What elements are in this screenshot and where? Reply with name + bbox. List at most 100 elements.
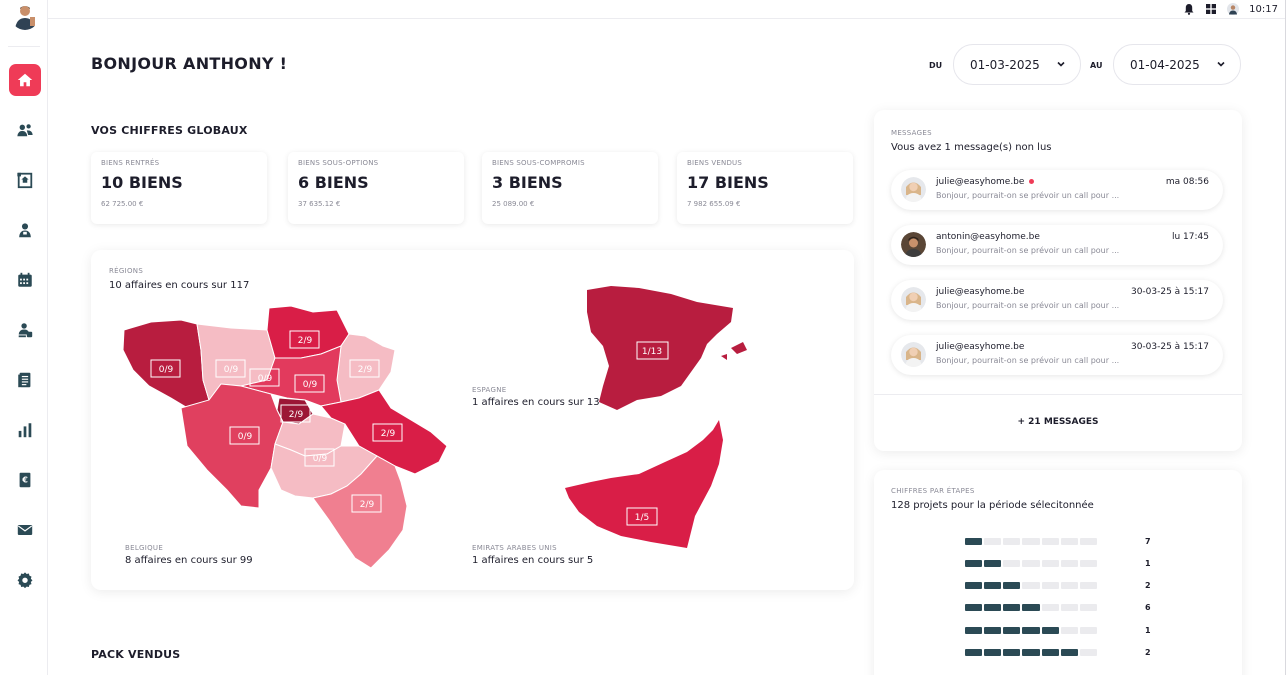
stat-card-vendus[interactable]: BIENS VENDUS 17 BIENS 7 982 655.09 € bbox=[677, 152, 853, 224]
stage-progress-segment bbox=[965, 649, 983, 656]
stage-progress-segment bbox=[1079, 582, 1097, 589]
stage-progress-segment bbox=[1003, 560, 1021, 567]
message-item[interactable]: julie@easyhome.be Bonjour, pourrait-on s… bbox=[891, 335, 1223, 375]
message-item[interactable]: antonin@easyhome.be Bonjour, pourrait-on… bbox=[891, 225, 1223, 265]
nav-mail[interactable] bbox=[9, 514, 41, 546]
stage-progress-segment bbox=[1022, 604, 1040, 611]
stage-progress-segment bbox=[1079, 627, 1097, 634]
message-preview: Bonjour, pourrait-on se prévoir un call … bbox=[936, 301, 1120, 310]
stage-count: 2 bbox=[1145, 648, 1151, 657]
more-messages-link[interactable]: + 21 MESSAGES bbox=[874, 417, 1242, 427]
stat-label: BIENS SOUS-OPTIONS bbox=[298, 159, 379, 167]
user-avatar[interactable] bbox=[11, 2, 39, 30]
stage-progress-segment bbox=[1022, 538, 1040, 545]
svg-text:€: € bbox=[21, 475, 28, 485]
stat-value: 6 BIENS bbox=[298, 173, 369, 192]
agent-icon bbox=[19, 223, 31, 238]
stage-row: 1 bbox=[965, 626, 1165, 636]
stage-progress-segment bbox=[984, 604, 1002, 611]
date-from-select[interactable]: 01-03-2025 bbox=[953, 44, 1081, 85]
message-sender: antonin@easyhome.be bbox=[936, 232, 1040, 242]
topbar: 10:17 bbox=[48, 0, 1286, 19]
region-badge-text: 2/9 bbox=[360, 500, 375, 510]
apps-grid-icon[interactable] bbox=[1205, 3, 1217, 15]
stage-progress-segment bbox=[1022, 649, 1040, 656]
stage-progress-segment bbox=[965, 538, 983, 545]
stage-progress-segment bbox=[1003, 582, 1021, 589]
stage-progress-segment bbox=[965, 604, 983, 611]
nav-statistics[interactable] bbox=[9, 414, 41, 446]
sidebar-separator bbox=[8, 46, 40, 47]
stage-progress-segment bbox=[1041, 560, 1059, 567]
stage-progress-segment bbox=[1003, 627, 1021, 634]
message-time: lu 17:45 bbox=[1171, 232, 1209, 242]
avatar bbox=[901, 342, 926, 367]
profile-avatar-icon[interactable] bbox=[1227, 3, 1240, 15]
stage-progress-segment bbox=[1041, 604, 1059, 611]
stages-card: CHIFFRES PAR ÉTAPES 128 projets pour la … bbox=[874, 470, 1242, 675]
country-desc: 1 affaires en cours sur 5 bbox=[472, 555, 594, 566]
bell-icon[interactable] bbox=[1183, 3, 1195, 15]
stage-progress-segment bbox=[1079, 560, 1097, 567]
stage-progress-bar bbox=[965, 560, 1097, 567]
stage-progress-segment bbox=[984, 627, 1002, 634]
region-badge-text: 2/9 bbox=[358, 365, 373, 375]
page-title: BONJOUR ANTHONY ! bbox=[91, 54, 288, 73]
nav-calendar[interactable] bbox=[9, 264, 41, 296]
stage-progress-segment bbox=[1003, 604, 1021, 611]
stage-progress-segment bbox=[1022, 582, 1040, 589]
region-badge-text: 0/9 bbox=[258, 374, 273, 384]
stat-label: BIENS RENTRÉS bbox=[101, 159, 160, 167]
nav-contacts[interactable] bbox=[9, 114, 41, 146]
regions-label: RÉGIONS bbox=[109, 267, 144, 275]
stage-progress-segment bbox=[984, 649, 1002, 656]
date-to-value: 01-04-2025 bbox=[1130, 57, 1200, 72]
region-badge-text: 0/9 bbox=[303, 380, 318, 390]
stage-progress-segment bbox=[984, 582, 1002, 589]
document-icon bbox=[18, 372, 31, 388]
nav-documents[interactable] bbox=[9, 364, 41, 396]
message-item[interactable]: julie@easyhome.be Bonjour, pourrait-on s… bbox=[891, 170, 1223, 210]
region-badge-text: 2/9 bbox=[298, 336, 313, 346]
stage-progress-segment bbox=[984, 560, 1002, 567]
regions-summary: 10 affaires en cours sur 117 bbox=[109, 280, 250, 291]
chevron-down-icon bbox=[1057, 61, 1065, 67]
nav-agents[interactable] bbox=[9, 214, 41, 246]
stage-progress-segment bbox=[1041, 538, 1059, 545]
stat-card-rentres[interactable]: BIENS RENTRÉS 10 BIENS 62 725.00 € bbox=[91, 152, 267, 224]
stage-progress-segment bbox=[1060, 538, 1078, 545]
property-icon bbox=[17, 172, 33, 189]
stage-count: 1 bbox=[1145, 559, 1151, 568]
region-badge-text: 1/5 bbox=[635, 513, 649, 523]
nav-finance[interactable]: € bbox=[9, 464, 41, 496]
message-time: 30-03-25 à 15:17 bbox=[1130, 287, 1209, 297]
regions-card: 0/9 0/9 2/9 2/9 0/9 0/9 2/9 0/9 2/9 0/9 … bbox=[91, 250, 854, 590]
message-item[interactable]: julie@easyhome.be Bonjour, pourrait-on s… bbox=[891, 280, 1223, 320]
nav-settings[interactable] bbox=[9, 564, 41, 596]
stage-progress-segment bbox=[1060, 627, 1078, 634]
stat-label: BIENS SOUS-COMPROMIS bbox=[492, 159, 585, 167]
bar-chart-icon bbox=[18, 423, 32, 438]
date-to-select[interactable]: 01-04-2025 bbox=[1113, 44, 1241, 85]
region-badge-text: 1/13 bbox=[642, 347, 662, 357]
stat-card-options[interactable]: BIENS SOUS-OPTIONS 6 BIENS 37 635.12 € bbox=[288, 152, 464, 224]
stage-progress-bar bbox=[965, 604, 1097, 611]
nav-home[interactable] bbox=[9, 64, 41, 96]
stat-amount: 37 635.12 € bbox=[298, 200, 341, 208]
stage-progress-segment bbox=[1060, 582, 1078, 589]
message-sender: julie@easyhome.be bbox=[936, 177, 1025, 187]
stage-progress-segment bbox=[965, 560, 983, 567]
stat-card-compromis[interactable]: BIENS SOUS-COMPROMIS 3 BIENS 25 089.00 € bbox=[482, 152, 658, 224]
stat-amount: 25 089.00 € bbox=[492, 200, 535, 208]
nav-properties[interactable] bbox=[9, 164, 41, 196]
region-badge-text: 0/9 bbox=[224, 365, 239, 375]
avatar bbox=[901, 177, 926, 202]
message-time: ma 08:56 bbox=[1165, 177, 1209, 187]
country-name: ESPAGNE bbox=[472, 386, 507, 394]
stage-progress-segment bbox=[1060, 649, 1078, 656]
stage-progress-segment bbox=[1041, 582, 1059, 589]
region-badge-text: 0/9 bbox=[159, 365, 174, 375]
belgique-label: BELGIQUE 8 affaires en cours sur 99 bbox=[125, 544, 253, 566]
stage-progress-segment bbox=[965, 627, 983, 634]
nav-team[interactable] bbox=[9, 314, 41, 346]
